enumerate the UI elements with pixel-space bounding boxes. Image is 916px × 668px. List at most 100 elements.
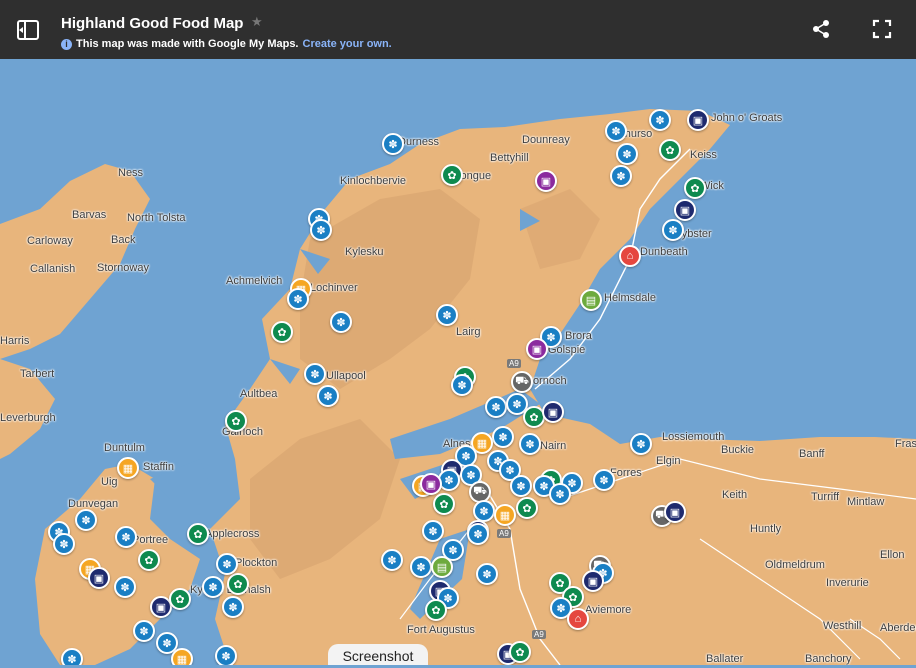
wheat-marker[interactable]: ✽ bbox=[382, 133, 404, 155]
place-westhill: Westhill bbox=[823, 620, 862, 632]
leaf-marker[interactable]: ✿ bbox=[271, 321, 293, 343]
cake-marker[interactable]: ▤ bbox=[580, 289, 602, 311]
wheat-marker[interactable]: ✽ bbox=[75, 509, 97, 531]
leaf-marker[interactable]: ✿ bbox=[187, 523, 209, 545]
wheat-marker[interactable]: ✽ bbox=[422, 520, 444, 542]
wheat-marker[interactable]: ✽ bbox=[222, 596, 244, 618]
shop-marker[interactable]: ▣ bbox=[582, 570, 604, 592]
market-marker[interactable]: ▦ bbox=[117, 457, 139, 479]
wheat-marker[interactable]: ✽ bbox=[114, 576, 136, 598]
place-brora: Brora bbox=[565, 330, 592, 342]
shop-marker[interactable]: ▣ bbox=[664, 501, 686, 523]
fullscreen-icon[interactable] bbox=[872, 19, 892, 39]
place-helmsdale: Helmsdale bbox=[604, 292, 656, 304]
place-banchory: Banchory bbox=[805, 653, 852, 665]
place-plockton: Plockton bbox=[235, 557, 278, 569]
place-inverurie: Inverurie bbox=[826, 577, 869, 589]
wheat-marker[interactable]: ✽ bbox=[662, 219, 684, 241]
wheat-marker[interactable]: ✽ bbox=[610, 165, 632, 187]
leaf-marker[interactable]: ✿ bbox=[425, 599, 447, 621]
cart-marker[interactable]: ⛟ bbox=[511, 371, 533, 393]
bag-marker[interactable]: ⌂ bbox=[619, 245, 641, 267]
screenshot-tab[interactable]: Screenshot bbox=[328, 644, 428, 665]
market-marker[interactable]: ▦ bbox=[494, 504, 516, 526]
place-back: Back bbox=[111, 234, 136, 246]
wheat-marker[interactable]: ✽ bbox=[410, 556, 432, 578]
leaf-marker[interactable]: ✿ bbox=[138, 549, 160, 571]
place-staffin: Staffin bbox=[143, 461, 174, 473]
leaf-marker[interactable]: ✿ bbox=[516, 497, 538, 519]
place-dunvegan: Dunvegan bbox=[68, 498, 119, 510]
wheat-marker[interactable]: ✽ bbox=[605, 120, 627, 142]
road-a9-mid: A9 bbox=[497, 529, 511, 538]
place-buckie: Buckie bbox=[721, 444, 755, 456]
road-a9-south: A9 bbox=[532, 630, 546, 639]
place-stornoway: Stornoway bbox=[97, 262, 149, 274]
sidebar-toggle-icon[interactable] bbox=[16, 18, 40, 42]
place-achmelvich: Achmelvich bbox=[226, 275, 283, 287]
wheat-marker[interactable]: ✽ bbox=[593, 469, 615, 491]
wheat-marker[interactable]: ✽ bbox=[630, 433, 652, 455]
wheat-marker[interactable]: ✽ bbox=[467, 523, 489, 545]
place-lossiemouth: Lossiemouth bbox=[662, 431, 725, 443]
wheat-marker[interactable]: ✽ bbox=[381, 549, 403, 571]
wheat-marker[interactable]: ✽ bbox=[476, 563, 498, 585]
shop-marker[interactable]: ▣ bbox=[420, 473, 442, 495]
star-icon[interactable]: ★ bbox=[251, 14, 263, 30]
wheat-marker[interactable]: ✽ bbox=[216, 553, 238, 575]
leaf-marker[interactable]: ✿ bbox=[509, 641, 531, 663]
wheat-marker[interactable]: ✽ bbox=[53, 533, 75, 555]
map-canvas[interactable]: John o' Groats Dounreay Thurso Bettyhill… bbox=[0, 59, 916, 665]
wheat-marker[interactable]: ✽ bbox=[133, 620, 155, 642]
wheat-marker[interactable]: ✽ bbox=[317, 385, 339, 407]
place-keiss: Keiss bbox=[690, 149, 717, 161]
place-fort-augustus: Fort Augustus bbox=[407, 624, 475, 636]
shop-marker[interactable]: ▣ bbox=[526, 338, 548, 360]
wheat-marker[interactable]: ✽ bbox=[310, 219, 332, 241]
bag-marker[interactable]: ⌂ bbox=[567, 608, 589, 630]
shop-marker[interactable]: ▣ bbox=[535, 170, 557, 192]
place-north-tolsta: North Tolsta bbox=[127, 212, 186, 224]
shop-marker[interactable]: ▣ bbox=[687, 109, 709, 131]
cake-marker[interactable]: ▤ bbox=[431, 556, 453, 578]
wheat-marker[interactable]: ✽ bbox=[61, 648, 83, 665]
share-icon[interactable] bbox=[811, 19, 831, 39]
place-john-o-groats: John o' Groats bbox=[711, 112, 783, 124]
wheat-marker[interactable]: ✽ bbox=[485, 396, 507, 418]
wheat-marker[interactable]: ✽ bbox=[649, 109, 671, 131]
wheat-marker[interactable]: ✽ bbox=[115, 526, 137, 548]
wheat-marker[interactable]: ✽ bbox=[287, 288, 309, 310]
leaf-marker[interactable]: ✿ bbox=[684, 177, 706, 199]
wheat-marker[interactable]: ✽ bbox=[549, 483, 571, 505]
wheat-marker[interactable]: ✽ bbox=[451, 374, 473, 396]
leaf-marker[interactable]: ✿ bbox=[227, 573, 249, 595]
wheat-marker[interactable]: ✽ bbox=[510, 475, 532, 497]
wheat-marker[interactable]: ✽ bbox=[436, 304, 458, 326]
wheat-marker[interactable]: ✽ bbox=[304, 363, 326, 385]
wheat-marker[interactable]: ✽ bbox=[215, 645, 237, 665]
market-marker[interactable]: ▦ bbox=[171, 648, 193, 665]
place-portree: Portree bbox=[132, 534, 169, 546]
shop-marker[interactable]: ▣ bbox=[542, 401, 564, 423]
shop-marker[interactable]: ▣ bbox=[674, 199, 696, 221]
create-your-own-link[interactable]: Create your own. bbox=[303, 38, 392, 50]
place-bettyhill: Bettyhill bbox=[490, 152, 529, 164]
leaf-marker[interactable]: ✿ bbox=[433, 493, 455, 515]
place-fraserburgh: Fras bbox=[895, 438, 916, 450]
wheat-marker[interactable]: ✽ bbox=[473, 500, 495, 522]
leaf-marker[interactable]: ✿ bbox=[441, 164, 463, 186]
place-banff: Banff bbox=[799, 448, 825, 460]
shop-marker[interactable]: ▣ bbox=[88, 567, 110, 589]
wheat-marker[interactable]: ✽ bbox=[492, 426, 514, 448]
place-kylesku: Kylesku bbox=[345, 246, 384, 258]
place-keith: Keith bbox=[722, 489, 748, 501]
wheat-marker[interactable]: ✽ bbox=[616, 143, 638, 165]
wheat-marker[interactable]: ✽ bbox=[330, 311, 352, 333]
wheat-marker[interactable]: ✽ bbox=[519, 433, 541, 455]
place-lairg: Lairg bbox=[456, 326, 481, 338]
leaf-marker[interactable]: ✿ bbox=[659, 139, 681, 161]
place-oldmeldrum: Oldmeldrum bbox=[765, 559, 825, 571]
wheat-marker[interactable]: ✽ bbox=[202, 576, 224, 598]
leaf-marker[interactable]: ✿ bbox=[225, 410, 247, 432]
leaf-marker[interactable]: ✿ bbox=[169, 588, 191, 610]
